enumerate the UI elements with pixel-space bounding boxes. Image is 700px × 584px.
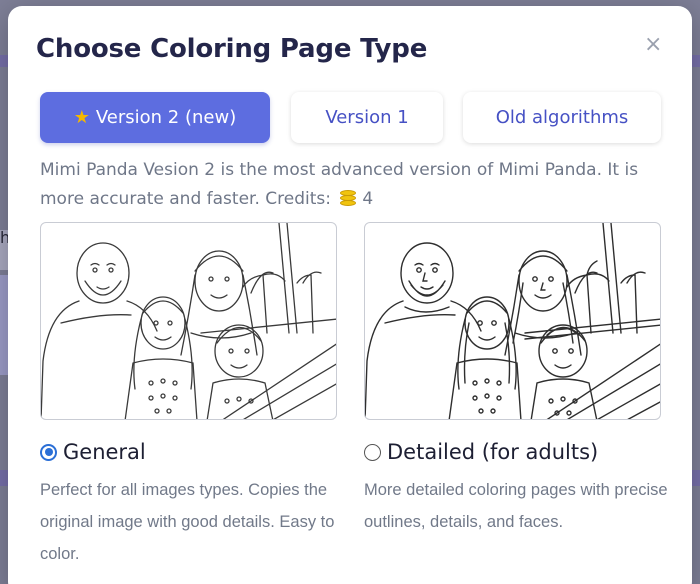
family-sketch-image <box>41 223 336 419</box>
option-label: General <box>63 440 146 464</box>
radio-detailed[interactable] <box>364 443 381 461</box>
modal-title: Choose Coloring Page Type <box>36 34 428 64</box>
family-sketch-image <box>365 223 660 419</box>
preview-image-detailed[interactable] <box>364 222 661 420</box>
tab-label: Version 1 <box>325 107 409 128</box>
tab-version-1[interactable]: Version 1 <box>291 92 443 143</box>
coins-icon <box>338 190 358 206</box>
tab-label: Old algorithms <box>495 107 629 128</box>
credits-count: 4 <box>362 189 374 209</box>
close-icon[interactable]: × <box>644 34 662 56</box>
radio-general[interactable] <box>40 443 57 461</box>
version-description: Mimi Panda Vesion 2 is the most advanced… <box>40 156 665 214</box>
option-detailed[interactable]: Detailed (for adults) <box>364 440 598 464</box>
option-general[interactable]: General <box>40 440 146 464</box>
tab-old-algorithms[interactable]: Old algorithms <box>463 92 661 143</box>
option-label: Detailed (for adults) <box>387 440 599 464</box>
tab-label: Version 2 (new) <box>95 107 237 128</box>
option-description-detailed: More detailed coloring pages with precis… <box>364 481 668 531</box>
preview-image-general[interactable] <box>40 222 337 420</box>
option-description-general: Perfect for all images types. Copies the… <box>40 481 335 563</box>
star-icon: ★ <box>73 107 90 128</box>
coloring-type-modal: Choose Coloring Page Type × ★ Version 2 … <box>8 6 692 584</box>
tab-version-2[interactable]: ★ Version 2 (new) <box>40 92 270 143</box>
